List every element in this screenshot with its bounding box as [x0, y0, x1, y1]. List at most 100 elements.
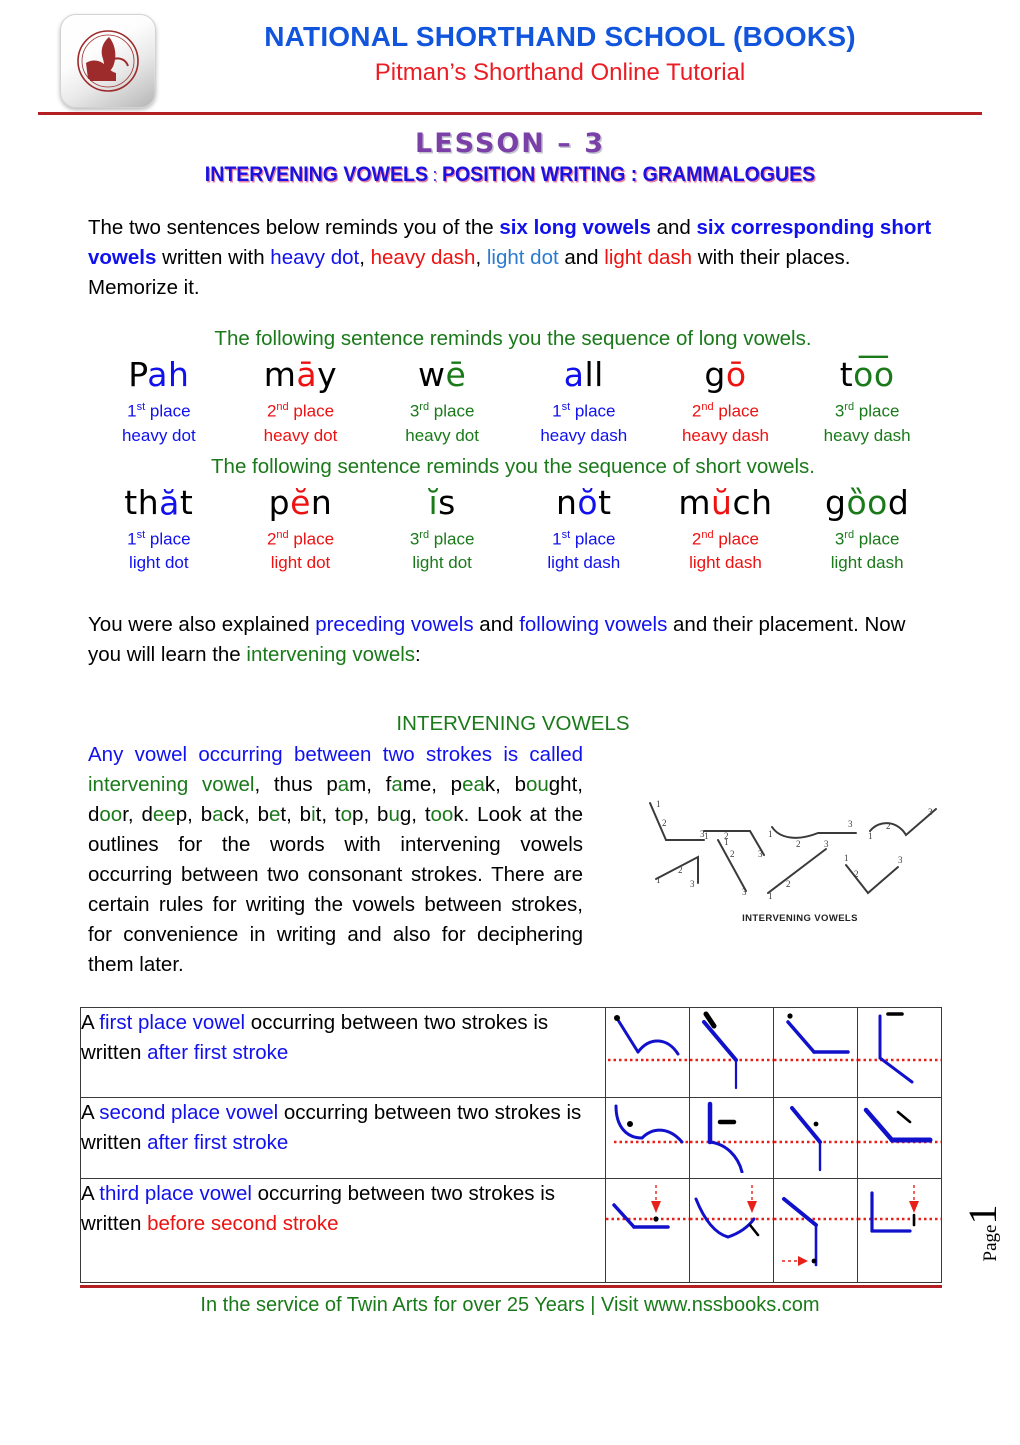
short-vowel-kind: light dash — [689, 553, 762, 573]
short-vowels-place-row: 1st place 2nd place 3rd place 1st place … — [88, 523, 938, 552]
short-vowel-word-cell: gȍod — [796, 483, 938, 523]
long-vowel-kind: heavy dot — [405, 425, 479, 445]
definition-term: intervening vowel — [88, 773, 255, 797]
long-vowel-place: 1st place — [552, 401, 616, 421]
vowel-placement-rules-table: A first place vowel occurring between tw… — [80, 1007, 942, 1283]
shorthand-outline-2d — [858, 1107, 941, 1144]
shorthand-outline-2c — [774, 1106, 857, 1172]
short-vowels-words-row: thăt pĕn ĭs nŏt mŭch gȍod — [88, 483, 938, 523]
intro-seg-1: The two sentences below reminds you of t… — [88, 216, 500, 239]
long-vowel-word: wē — [417, 355, 467, 394]
shorthand-example-cell — [773, 1178, 858, 1283]
table-row: A first place vowel occurring between tw… — [80, 1007, 942, 1098]
shorthand-outline-3c — [774, 1197, 857, 1267]
explained-paragraph: You were also explained preceding vowels… — [88, 610, 938, 670]
svg-text:3: 3 — [742, 887, 747, 897]
long-vowels-grid: Pah māy wē all gō to͞o 1st place 2nd pla… — [88, 355, 938, 447]
intro-heavy-dash: heavy dash — [370, 246, 476, 269]
school-name: NATIONAL SHORTHAND SCHOOL (BOOKS) — [264, 21, 856, 52]
short-vowel-place: 2nd place — [691, 528, 759, 549]
short-vowels-note: The following sentence reminds you the s… — [211, 454, 815, 478]
rule1-seg-1: A — [81, 1011, 100, 1034]
long-vowel-word: all — [563, 355, 604, 394]
svg-text:1: 1 — [656, 799, 661, 809]
short-vowel-word: gȍod — [824, 482, 910, 522]
svg-text:1: 1 — [868, 831, 873, 841]
table-row: A second place vowel occurring between t… — [80, 1097, 942, 1179]
preceding-vowels-term: preceding vowels — [315, 613, 474, 637]
intro-seg-7: , — [359, 246, 371, 269]
short-vowel-kind: light dash — [830, 553, 904, 573]
long-vowel-place: 2nd place — [266, 401, 335, 421]
svg-text:3: 3 — [848, 819, 853, 829]
rule3-action: before second stroke — [147, 1212, 339, 1235]
header-title-block: NATIONAL SHORTHAND SCHOOL (BOOKS) Pitman… — [160, 20, 960, 89]
svg-text:1: 1 — [656, 875, 661, 885]
short-vowel-place: 3rd place — [409, 528, 475, 549]
page-label: Page — [980, 1224, 1001, 1262]
shorthand-outlines-diagram: 123 1 23 123 123 123 123 123 123 INTERVEN… — [649, 799, 937, 924]
long-vowel-word-cell: wē — [371, 355, 513, 395]
short-vowel-word: ĭs — [428, 482, 456, 522]
svg-text:3: 3 — [824, 839, 829, 849]
long-vowel-word-cell: māy — [230, 355, 372, 395]
svg-text:3: 3 — [898, 855, 903, 865]
svg-text:1: 1 — [724, 837, 729, 847]
rule-description-cell: A second place vowel occurring between t… — [80, 1097, 606, 1179]
svg-text:1: 1 — [844, 853, 849, 863]
svg-text:2: 2 — [886, 821, 891, 831]
rule-description-cell: A first place vowel occurring between tw… — [80, 1007, 606, 1098]
lesson-subtitle: INTERVENING VOWELS : POSITION WRITING : … — [36, 163, 985, 187]
shorthand-example-cell — [605, 1007, 690, 1098]
definition-seg-4: Look at the outlines for the words with … — [88, 803, 583, 977]
explained-seg-7: : — [415, 643, 421, 667]
short-vowel-place: 3rd place — [834, 528, 900, 549]
long-vowel-word: Pah — [128, 355, 190, 394]
page-number: 1 — [960, 1204, 1005, 1225]
rule2-seg-1: A — [81, 1101, 100, 1124]
long-vowel-place: 1st place — [127, 401, 191, 421]
intro-paragraph: The two sentences below reminds you of t… — [88, 213, 938, 303]
long-vowel-kind: heavy dash — [540, 425, 628, 445]
following-vowels-term: following vowels — [519, 613, 668, 637]
long-vowel-word: gō — [704, 355, 747, 394]
lesson-title: LESSON – 3 — [415, 128, 605, 159]
tutorial-subtitle: Pitman’s Shorthand Online Tutorial — [374, 59, 746, 86]
rule-description-cell: A third place vowel occurring between tw… — [80, 1178, 606, 1283]
shorthand-example-cell — [689, 1007, 774, 1098]
intro-light-dash: light dash — [604, 246, 693, 269]
shorthand-outline-2b — [690, 1101, 773, 1174]
svg-text:2: 2 — [786, 879, 791, 889]
long-vowel-kind: heavy dash — [681, 425, 769, 445]
shorthand-outline-1c — [774, 1013, 857, 1062]
shorthand-example-cell — [857, 1097, 942, 1179]
short-vowel-word-cell: thăt — [88, 483, 230, 523]
section-heading: INTERVENING VOWELS — [396, 712, 630, 736]
shorthand-example-cell — [689, 1178, 774, 1283]
short-vowel-word-cell: nŏt — [513, 483, 655, 523]
rule2-term: second place vowel — [99, 1101, 279, 1124]
footer-text: In the service of Twin Arts for over 25 … — [200, 1294, 820, 1316]
short-vowel-word-cell: mŭch — [655, 483, 797, 523]
short-vowel-word: thăt — [124, 482, 194, 522]
rule3-term: third place vowel — [99, 1182, 252, 1205]
short-vowel-kind: light dash — [547, 553, 621, 573]
long-vowels-words-row: Pah māy wē all gō to͞o — [88, 355, 938, 395]
shorthand-outline-1a — [608, 1015, 688, 1062]
long-vowel-word: māy — [263, 355, 338, 394]
intro-seg-5: written with — [156, 246, 271, 269]
school-logo — [60, 14, 156, 108]
shorthand-outline-2a — [614, 1104, 689, 1144]
long-vowel-kind: heavy dash — [823, 425, 911, 445]
svg-text:2: 2 — [678, 865, 683, 875]
header-divider — [38, 112, 982, 115]
intro-six-long-vowels: six long vowels — [499, 216, 651, 239]
shorthand-example-cell — [773, 1097, 858, 1179]
svg-text:2: 2 — [796, 839, 801, 849]
long-vowel-kind: heavy dot — [121, 425, 196, 445]
shorthand-outline-3b — [690, 1185, 773, 1239]
svg-text:3: 3 — [758, 849, 763, 859]
short-vowel-place: 1st place — [552, 528, 616, 549]
short-vowels-grid: thăt pĕn ĭs nŏt mŭch gȍod 1st place 2nd… — [88, 483, 938, 575]
intro-heavy-dot: heavy dot — [270, 246, 360, 269]
